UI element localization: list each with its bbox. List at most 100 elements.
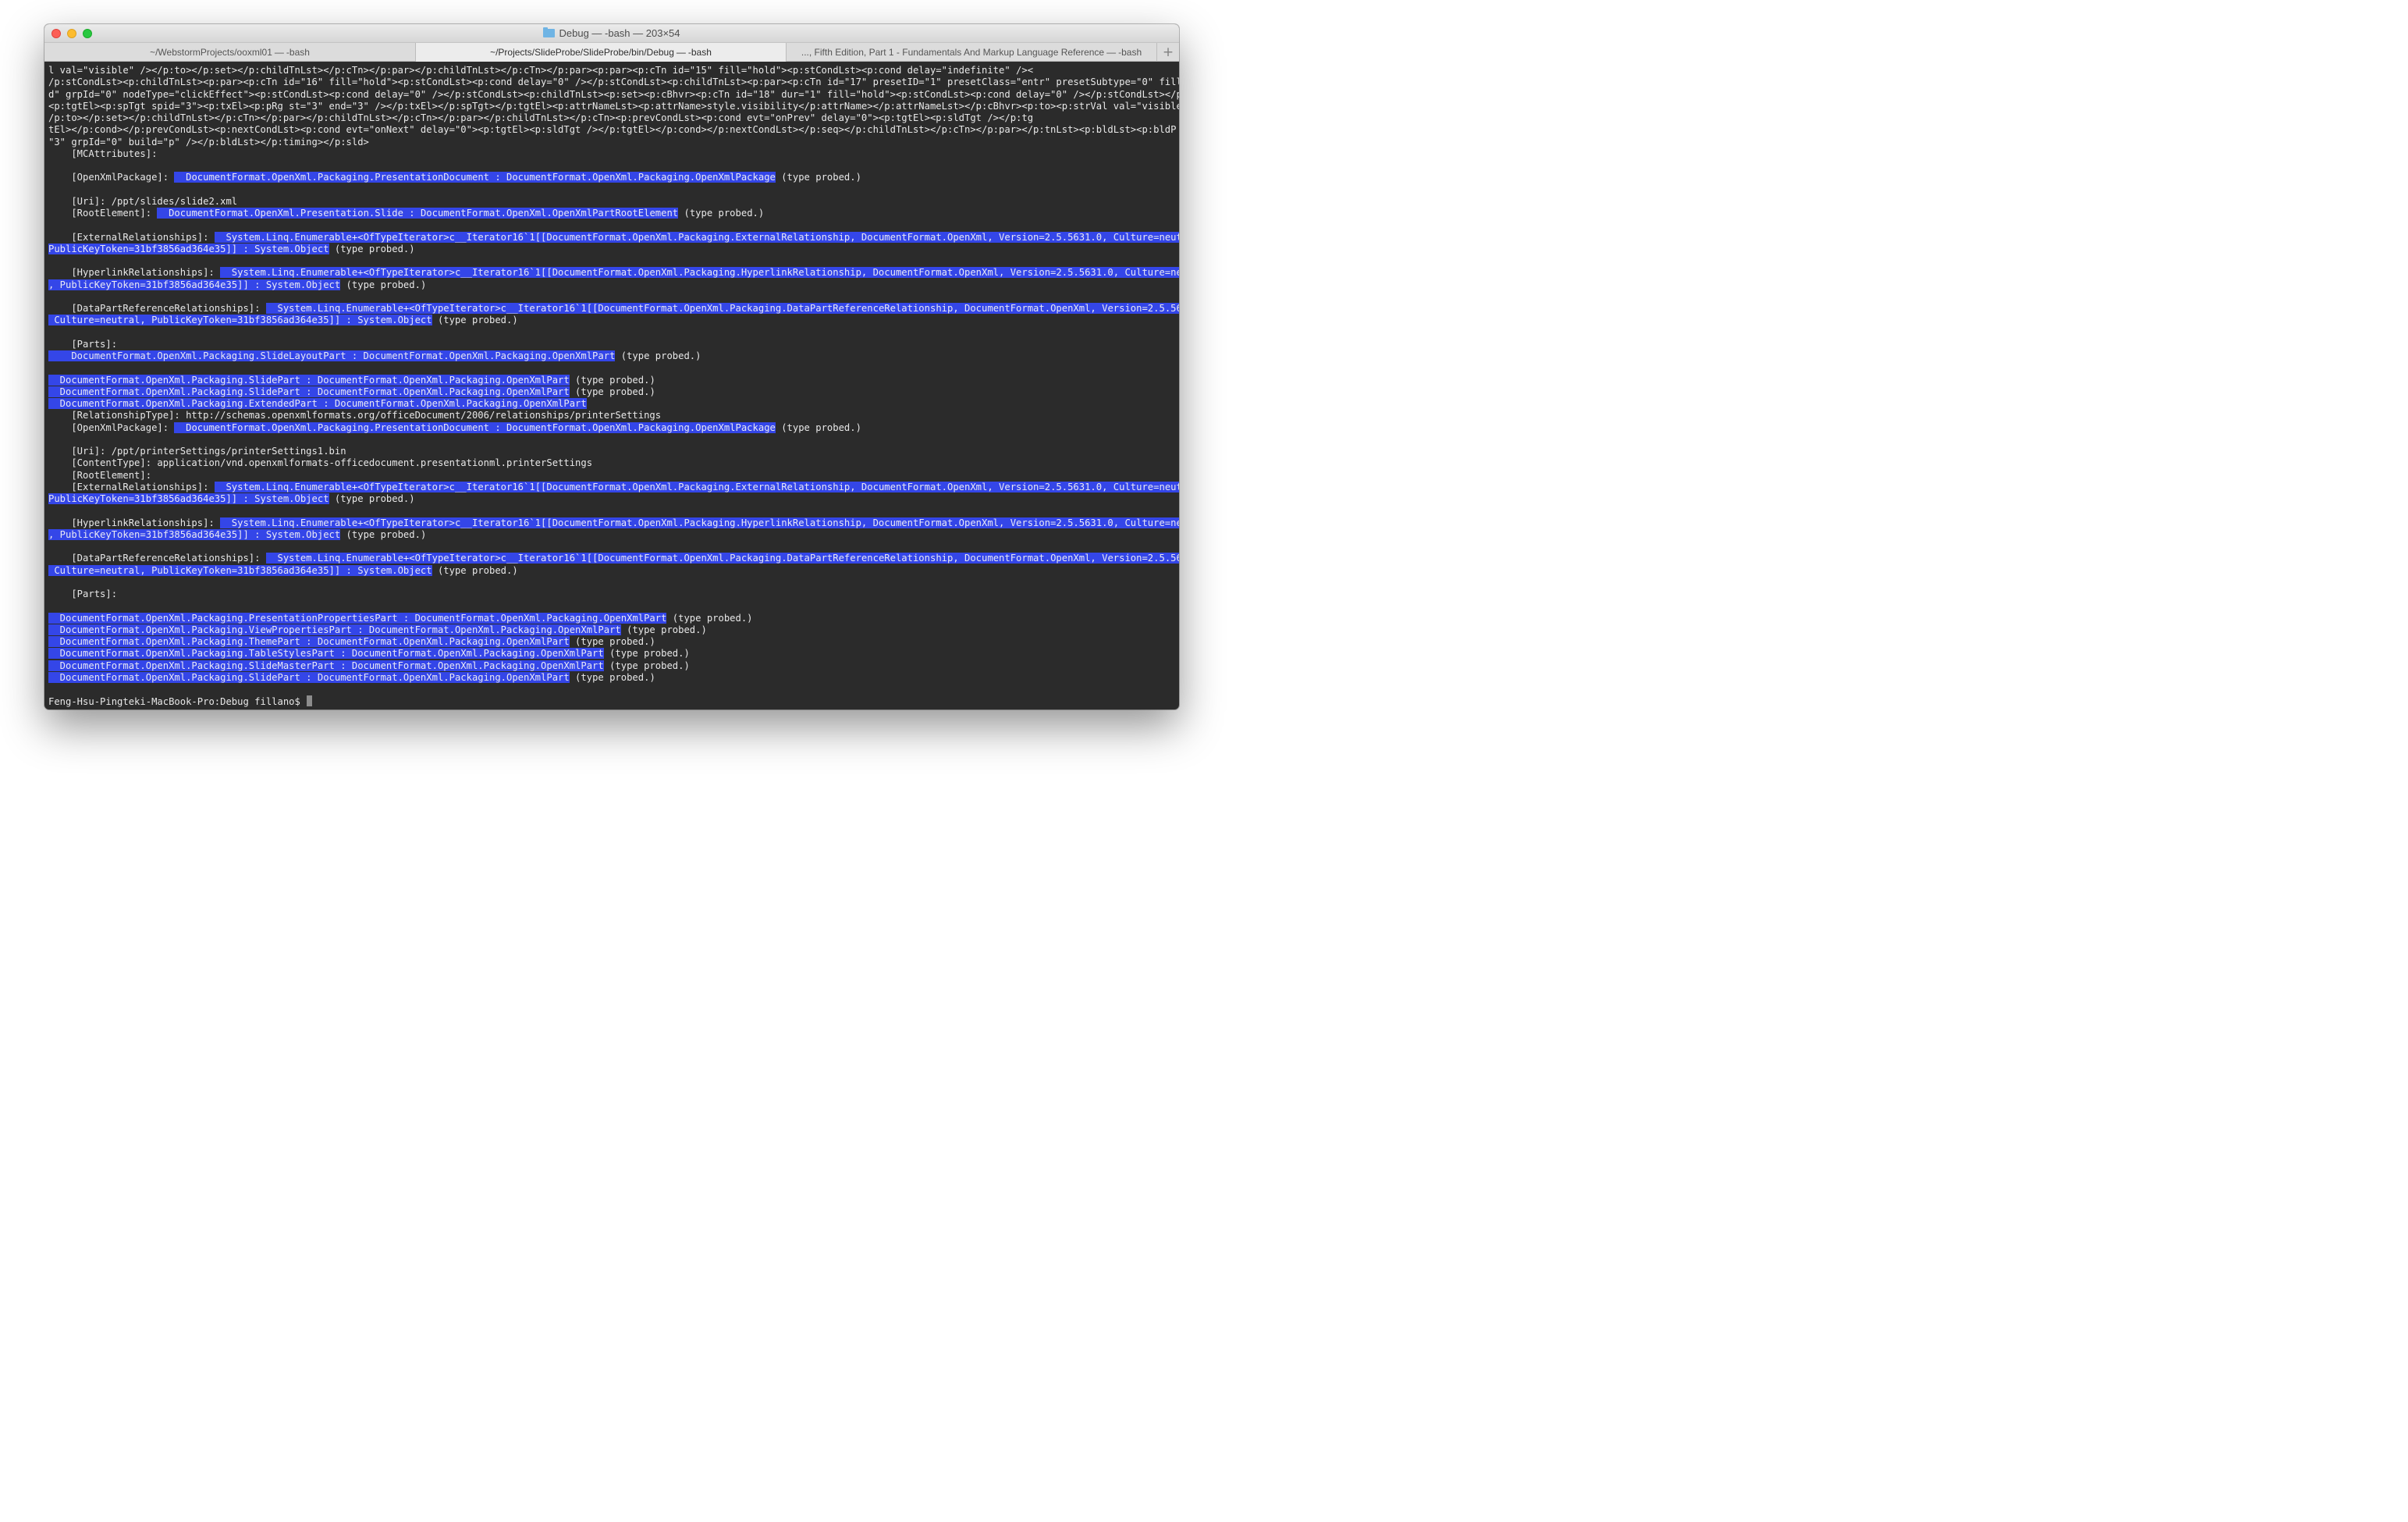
output-text: (type probed.): [615, 350, 701, 361]
tab-command: -bash: [1118, 47, 1142, 58]
terminal-line: [ExternalRelationships]: System.Linq.Enu…: [48, 481, 1179, 493]
output-text: [OpenXmlPackage]:: [48, 421, 175, 433]
terminal-line: [Parts]:: [48, 589, 1179, 600]
output-text: "3" grpId="0" build="p" /></p:bldLst></p…: [48, 136, 369, 148]
output-text: [ExternalRelationships]:: [48, 231, 215, 243]
plus-icon: +: [1162, 44, 1174, 60]
terminal-line: d" grpId="0" nodeType="clickEffect"><p:s…: [48, 89, 1179, 101]
selected-text: DocumentFormat.OpenXml.Packaging.Extende…: [48, 398, 587, 409]
terminal-line: DocumentFormat.OpenXml.Packaging.Extende…: [48, 398, 1179, 410]
output-text: /p:stCondLst><p:childTnLst><p:par><p:cTn…: [48, 76, 1179, 88]
output-text: (type probed.): [329, 243, 415, 254]
output-text: (type probed.): [603, 660, 690, 671]
output-text: (type probed.): [569, 374, 655, 386]
tab-ooxml01[interactable]: ~/WebstormProjects/ooxml01— -bash: [44, 43, 416, 62]
output-text: (type probed.): [666, 612, 753, 624]
output-text: d" grpId="0" nodeType="clickEffect"><p:s…: [48, 88, 1179, 100]
selected-text: DocumentFormat.OpenXml.Presentation.Slid…: [157, 208, 679, 219]
new-tab-button[interactable]: +: [1157, 43, 1179, 62]
output-text: [RootElement]:: [48, 469, 152, 481]
tab-path: ~/WebstormProjects/ooxml01: [150, 47, 272, 58]
terminal-line: DocumentFormat.OpenXml.Packaging.ViewPro…: [48, 624, 1179, 636]
terminal-line: /p:to></p:set></p:childTnLst></p:cTn></p…: [48, 112, 1179, 124]
output-text: tEl></p:cond></p:prevCondLst><p:nextCond…: [48, 124, 1179, 136]
terminal-line: /p:stCondLst><p:childTnLst><p:par><p:cTn…: [48, 76, 1179, 88]
output-text: [DataPartReferenceRelationships]:: [48, 303, 266, 314]
output-text: (type probed.): [432, 564, 518, 576]
terminal-line: [ExternalRelationships]: System.Linq.Enu…: [48, 231, 1179, 244]
title-bar[interactable]: Debug — -bash — 203×54: [44, 24, 1179, 43]
terminal-window: Debug — -bash — 203×54 ~/WebstormProject…: [44, 24, 1179, 709]
output-text: <p:tgtEl><p:spTgt spid="3"><p:txEl><p:pR…: [48, 100, 1179, 112]
selected-text: , PublicKeyToken=31bf3856ad364e35]] : Sy…: [48, 528, 341, 540]
selected-text: System.Linq.Enumerable+<OfTypeIterator>c…: [220, 267, 1179, 279]
selected-text: DocumentFormat.OpenXml.Packaging.ViewPro…: [48, 624, 621, 635]
terminal-line: [DataPartReferenceRelationships]: System…: [48, 553, 1179, 564]
output-text: /p:to></p:set></p:childTnLst></p:cTn></p…: [48, 112, 1034, 123]
output-text: [RelationshipType]: http://schemas.openx…: [48, 410, 662, 421]
tab-separator: —: [274, 47, 284, 58]
selected-text: System.Linq.Enumerable+<OfTypeIterator>c…: [220, 517, 1179, 528]
terminal-output[interactable]: l val="visible" /></p:to></p:set></p:chi…: [44, 62, 1179, 709]
output-text: [HyperlinkRelationships]:: [48, 517, 221, 528]
output-text: (type probed.): [432, 315, 518, 326]
terminal-line: <p:tgtEl><p:spTgt spid="3"><p:txEl><p:pR…: [48, 101, 1179, 112]
tab-command: -bash: [286, 47, 310, 58]
terminal-line: [Uri]: /ppt/slides/slide2.xml: [48, 196, 1179, 208]
output-text: [Uri]: /ppt/slides/slide2.xml: [48, 195, 238, 207]
terminal-line: l val="visible" /></p:to></p:set></p:chi…: [48, 65, 1179, 76]
terminal-line: DocumentFormat.OpenXml.Packaging.SlidePa…: [48, 374, 1179, 386]
selected-text: Culture=neutral, PublicKeyToken=31bf3856…: [48, 564, 432, 576]
tab-debug[interactable]: ~/Projects/SlideProbe/SlideProbe/bin/Deb…: [416, 43, 787, 62]
terminal-line: DocumentFormat.OpenXml.Packaging.SlidePa…: [48, 386, 1179, 398]
terminal-line: [Parts]:: [48, 339, 1179, 350]
terminal-line: Culture=neutral, PublicKeyToken=31bf3856…: [48, 564, 1179, 577]
selected-text: System.Linq.Enumerable+<OfTypeIterator>c…: [265, 303, 1179, 314]
tab-fundamentals-reference[interactable]: ..., Fifth Edition, Part 1 - Fundamental…: [787, 43, 1157, 62]
output-text: [DataPartReferenceRelationships]:: [48, 553, 266, 564]
output-text: (type probed.): [569, 671, 655, 683]
selected-text: DocumentFormat.OpenXml.Packaging.SlidePa…: [48, 374, 570, 386]
text-cursor: [307, 695, 313, 707]
output-text: (type probed.): [569, 636, 655, 647]
terminal-line: "3" grpId="0" build="p" /></p:bldLst></p…: [48, 137, 1179, 148]
output-text: [Uri]: /ppt/printerSettings/printerSetti…: [48, 446, 346, 457]
prompt-line[interactable]: Feng-Hsu-Pingteki-MacBook-Pro:Debug fill…: [48, 695, 1179, 707]
terminal-line: [OpenXmlPackage]: DocumentFormat.OpenXml…: [48, 421, 1179, 434]
selected-text: DocumentFormat.OpenXml.Packaging.SlideLa…: [48, 350, 616, 361]
selected-text: DocumentFormat.OpenXml.Packaging.SlidePa…: [48, 386, 570, 397]
selected-text: DocumentFormat.OpenXml.Packaging.Present…: [48, 612, 667, 624]
terminal-line: Culture=neutral, PublicKeyToken=31bf3856…: [48, 315, 1179, 326]
output-text: (type probed.): [775, 421, 861, 433]
output-text: [Parts]:: [48, 338, 118, 350]
selected-text: PublicKeyToken=31bf3856ad364e35]] : Syst…: [48, 243, 329, 254]
selected-text: DocumentFormat.OpenXml.Packaging.TableSt…: [48, 648, 604, 660]
terminal-line: DocumentFormat.OpenXml.Packaging.Present…: [48, 612, 1179, 624]
output-text: [RootElement]:: [48, 208, 158, 219]
tab-bar: ~/WebstormProjects/ooxml01— -bash ~/Proje…: [44, 43, 1179, 62]
selected-text: System.Linq.Enumerable+<OfTypeIterator>c…: [214, 231, 1179, 243]
output-text: (type probed.): [340, 279, 427, 290]
folder-icon: [543, 27, 556, 37]
selected-text: DocumentFormat.OpenXml.Packaging.Present…: [174, 421, 776, 433]
output-text: [HyperlinkRelationships]:: [48, 267, 221, 279]
terminal-line: [RelationshipType]: http://schemas.openx…: [48, 410, 1179, 421]
terminal-line: [DataPartReferenceRelationships]: System…: [48, 303, 1179, 315]
terminal-line: tEl></p:cond></p:prevCondLst><p:nextCond…: [48, 124, 1179, 136]
output-text: (type probed.): [620, 624, 707, 635]
output-text: [OpenXmlPackage]:: [48, 172, 175, 183]
output-text: [MCAttributes]:: [48, 148, 158, 159]
selected-text: DocumentFormat.OpenXml.Packaging.SlideMa…: [48, 660, 604, 671]
output-text: (type probed.): [569, 386, 655, 397]
terminal-line: [Uri]: /ppt/printerSettings/printerSetti…: [48, 446, 1179, 457]
